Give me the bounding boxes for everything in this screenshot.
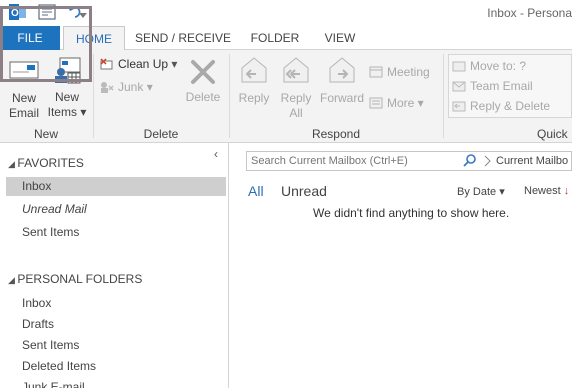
group-divider [93, 54, 94, 138]
group-label-respond: Respond [311, 127, 361, 141]
message-list-pane: Current Mailbo All Unread By Date ▾ Newe… [230, 143, 572, 388]
collapse-pane-icon[interactable]: ‹ [214, 147, 218, 161]
new-items-label-line2: Items ▾ [47, 105, 87, 119]
delete-button[interactable]: Delete [182, 50, 224, 105]
group-divider [229, 54, 230, 138]
reply-delete-icon [452, 100, 466, 112]
delete-icon [189, 58, 217, 86]
reply-all-icon [281, 56, 311, 86]
empty-list-message: We didn't find anything to show here. [313, 206, 510, 220]
team-email-icon [452, 80, 466, 92]
clean-up-button[interactable]: Clean Up ▾ [100, 57, 177, 71]
new-items-label-line1: New [54, 90, 79, 104]
move-folder-icon [452, 60, 466, 72]
favorite-item-inbox[interactable]: Inbox [6, 177, 226, 196]
triangle-down-icon: ◢ [8, 159, 18, 169]
folder-item-junk-email[interactable]: Junk E-mail [6, 378, 226, 388]
personal-folders-header[interactable]: ◢ PERSONAL FOLDERS [8, 272, 142, 286]
forward-icon [327, 56, 357, 86]
more-respond-button[interactable]: More ▾ [369, 96, 424, 110]
group-label-delete: Delete [143, 127, 179, 141]
reply-all-button[interactable]: Reply All [276, 50, 316, 121]
new-email-label-line1: New [11, 91, 36, 105]
search-scope-divider-icon [483, 154, 493, 171]
reply-icon [239, 56, 269, 86]
sort-order-toggle[interactable]: Newest ↓ [524, 185, 569, 197]
more-icon [369, 97, 383, 109]
new-email-label-line2: Email [8, 106, 39, 120]
favorites-header[interactable]: ◢ FAVORITES [8, 156, 84, 170]
meeting-button[interactable]: Meeting [369, 65, 430, 79]
chevron-down-icon: ▾ [496, 186, 505, 198]
search-icon[interactable] [463, 154, 477, 171]
chevron-down-icon: ▾ [414, 96, 424, 110]
favorite-item-sent-items[interactable]: Sent Items [6, 223, 226, 242]
highlight-frame [0, 6, 92, 82]
group-label-new: New [33, 127, 58, 141]
quick-step-reply-delete[interactable]: Reply & Delete [452, 99, 550, 113]
tab-view[interactable]: VIEW [314, 26, 366, 50]
chevron-down-icon: ▾ [143, 80, 153, 94]
chevron-down-icon: ▾ [168, 57, 178, 71]
junk-icon [100, 81, 114, 93]
quick-step-move-to[interactable]: Move to: ? [452, 59, 526, 73]
quick-step-team-email[interactable]: Team Email [452, 79, 533, 93]
folder-pane: ‹ ◢ FAVORITES Inbox Unread Mail Sent Ite… [0, 143, 229, 388]
chevron-down-icon: ▾ [76, 105, 87, 119]
search-input[interactable] [251, 154, 456, 168]
tab-send-receive[interactable]: SEND / RECEIVE [131, 26, 235, 50]
group-label-quick-steps: Quick [537, 127, 568, 141]
calendar-icon [369, 66, 383, 78]
reply-button[interactable]: Reply [234, 50, 274, 106]
tab-folder[interactable]: FOLDER [244, 26, 306, 50]
favorite-item-unread-mail[interactable]: Unread Mail [6, 200, 226, 219]
folder-item-deleted-items[interactable]: Deleted Items [6, 357, 226, 376]
junk-button[interactable]: Junk ▾ [100, 80, 153, 94]
search-bar: Current Mailbo [246, 151, 572, 171]
search-scope-dropdown[interactable]: Current Mailbo [496, 155, 568, 167]
window-title: Inbox - Persona [487, 6, 572, 20]
quick-steps-gallery: Move to: ? Team Email Reply & Delete [448, 54, 572, 118]
folder-item-drafts[interactable]: Drafts [6, 315, 226, 334]
sort-by-dropdown[interactable]: By Date ▾ [457, 185, 505, 198]
filter-unread[interactable]: Unread [281, 183, 327, 199]
triangle-down-icon: ◢ [8, 275, 18, 285]
filter-all[interactable]: All [248, 183, 264, 199]
forward-button[interactable]: Forward [318, 50, 366, 106]
group-divider [443, 54, 444, 138]
folder-item-inbox[interactable]: Inbox [6, 294, 226, 313]
clean-up-icon [100, 58, 114, 70]
arrow-down-icon: ↓ [560, 185, 570, 197]
folder-item-sent-items[interactable]: Sent Items [6, 336, 226, 355]
